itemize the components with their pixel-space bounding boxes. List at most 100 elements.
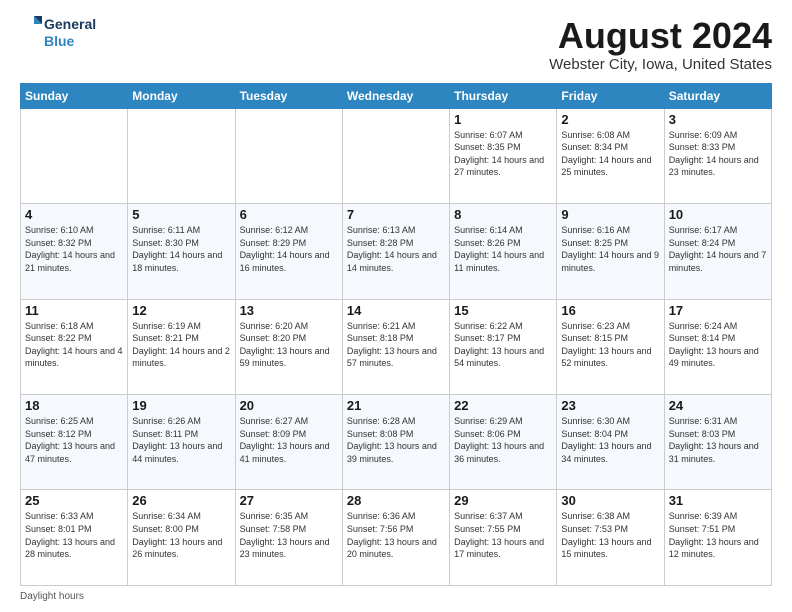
day-number: 8 [454,207,552,222]
day-info: Sunrise: 6:10 AM Sunset: 8:32 PM Dayligh… [25,224,123,274]
table-row: 2 Sunrise: 6:08 AM Sunset: 8:34 PM Daylig… [557,108,664,203]
day-info: Sunrise: 6:11 AM Sunset: 8:30 PM Dayligh… [132,224,230,274]
day-number: 2 [561,112,659,127]
table-row [342,108,449,203]
day-info: Sunrise: 6:25 AM Sunset: 8:12 PM Dayligh… [25,415,123,465]
table-row: 9 Sunrise: 6:16 AM Sunset: 8:25 PM Daylig… [557,204,664,299]
day-number: 19 [132,398,230,413]
table-row: 29Sunrise: 6:37 AM Sunset: 7:55 PM Dayli… [450,490,557,586]
day-info: Sunrise: 6:14 AM Sunset: 8:26 PM Dayligh… [454,224,552,274]
table-row: 18 Sunrise: 6:25 AM Sunset: 8:12 PM Dayli… [21,395,128,490]
table-row [128,108,235,203]
col-friday: Friday [557,83,664,108]
page: General Blue August 2024 Webster City, I… [0,0,792,612]
table-row: 8 Sunrise: 6:14 AM Sunset: 8:26 PM Daylig… [450,204,557,299]
day-number: 3 [669,112,767,127]
table-row: 6Sunrise: 6:12 AM Sunset: 8:29 PM Daylig… [235,204,342,299]
day-info: Sunrise: 6:38 AM Sunset: 7:53 PM Dayligh… [561,510,659,560]
col-wednesday: Wednesday [342,83,449,108]
day-info: Sunrise: 6:36 AM Sunset: 7:56 PM Dayligh… [347,510,445,560]
logo-line1: General [44,16,96,33]
day-info: Sunrise: 6:17 AM Sunset: 8:24 PM Dayligh… [669,224,767,274]
day-info: Sunrise: 6:13 AM Sunset: 8:28 PM Dayligh… [347,224,445,274]
table-row: 31 Sunrise: 6:39 AM Sunset: 7:51 PM Dayli… [664,490,771,586]
table-row: 17Sunrise: 6:24 AM Sunset: 8:14 PM Dayli… [664,299,771,394]
day-info: Sunrise: 6:07 AM Sunset: 8:35 PM Dayligh… [454,129,552,179]
table-row: 7 Sunrise: 6:13 AM Sunset: 8:28 PM Daylig… [342,204,449,299]
day-number: 29 [454,493,552,508]
col-saturday: Saturday [664,83,771,108]
day-number: 4 [25,207,123,222]
table-row: 27Sunrise: 6:35 AM Sunset: 7:58 PM Dayli… [235,490,342,586]
day-number: 13 [240,303,338,318]
day-number: 15 [454,303,552,318]
table-row: 21Sunrise: 6:28 AM Sunset: 8:08 PM Dayli… [342,395,449,490]
day-info: Sunrise: 6:09 AM Sunset: 8:33 PM Dayligh… [669,129,767,179]
col-thursday: Thursday [450,83,557,108]
calendar-week-row: 25 Sunrise: 6:33 AM Sunset: 8:01 PM Dayli… [21,490,772,586]
footer-text: Daylight hours [20,591,84,602]
day-number: 1 [454,112,552,127]
day-number: 23 [561,398,659,413]
day-number: 5 [132,207,230,222]
day-info: Sunrise: 6:30 AM Sunset: 8:04 PM Dayligh… [561,415,659,465]
day-info: Sunrise: 6:18 AM Sunset: 8:22 PM Dayligh… [25,320,123,370]
col-sunday: Sunday [21,83,128,108]
day-number: 16 [561,303,659,318]
table-row: 22Sunrise: 6:29 AM Sunset: 8:06 PM Dayli… [450,395,557,490]
footer: Daylight hours [20,591,772,602]
day-number: 10 [669,207,767,222]
table-row: 28 Sunrise: 6:36 AM Sunset: 7:56 PM Dayli… [342,490,449,586]
calendar-week-row: 18 Sunrise: 6:25 AM Sunset: 8:12 PM Dayli… [21,395,772,490]
table-row: 14 Sunrise: 6:21 AM Sunset: 8:18 PM Dayli… [342,299,449,394]
day-number: 20 [240,398,338,413]
table-row: 19Sunrise: 6:26 AM Sunset: 8:11 PM Dayli… [128,395,235,490]
day-info: Sunrise: 6:16 AM Sunset: 8:25 PM Dayligh… [561,224,659,274]
day-number: 24 [669,398,767,413]
day-number: 9 [561,207,659,222]
table-row: 1 Sunrise: 6:07 AM Sunset: 8:35 PM Daylig… [450,108,557,203]
day-info: Sunrise: 6:08 AM Sunset: 8:34 PM Dayligh… [561,129,659,179]
logo: General Blue [20,16,96,50]
day-number: 28 [347,493,445,508]
day-number: 14 [347,303,445,318]
day-info: Sunrise: 6:24 AM Sunset: 8:14 PM Dayligh… [669,320,767,370]
calendar-week-row: 11Sunrise: 6:18 AM Sunset: 8:22 PM Dayli… [21,299,772,394]
table-row: 25 Sunrise: 6:33 AM Sunset: 8:01 PM Dayli… [21,490,128,586]
day-number: 25 [25,493,123,508]
calendar-header-row: Sunday Monday Tuesday Wednesday Thursday… [21,83,772,108]
day-info: Sunrise: 6:39 AM Sunset: 7:51 PM Dayligh… [669,510,767,560]
day-info: Sunrise: 6:35 AM Sunset: 7:58 PM Dayligh… [240,510,338,560]
day-number: 21 [347,398,445,413]
day-number: 26 [132,493,230,508]
table-row: 20Sunrise: 6:27 AM Sunset: 8:09 PM Dayli… [235,395,342,490]
table-row: 30 Sunrise: 6:38 AM Sunset: 7:53 PM Dayli… [557,490,664,586]
col-tuesday: Tuesday [235,83,342,108]
table-row: 3 Sunrise: 6:09 AM Sunset: 8:33 PM Daylig… [664,108,771,203]
day-info: Sunrise: 6:22 AM Sunset: 8:17 PM Dayligh… [454,320,552,370]
day-number: 7 [347,207,445,222]
day-number: 31 [669,493,767,508]
day-info: Sunrise: 6:29 AM Sunset: 8:06 PM Dayligh… [454,415,552,465]
day-info: Sunrise: 6:23 AM Sunset: 8:15 PM Dayligh… [561,320,659,370]
table-row: 10 Sunrise: 6:17 AM Sunset: 8:24 PM Dayli… [664,204,771,299]
day-info: Sunrise: 6:21 AM Sunset: 8:18 PM Dayligh… [347,320,445,370]
table-row: 11Sunrise: 6:18 AM Sunset: 8:22 PM Dayli… [21,299,128,394]
day-number: 18 [25,398,123,413]
calendar-table: Sunday Monday Tuesday Wednesday Thursday… [20,83,772,586]
day-info: Sunrise: 6:33 AM Sunset: 8:01 PM Dayligh… [25,510,123,560]
table-row: 5 Sunrise: 6:11 AM Sunset: 8:30 PM Daylig… [128,204,235,299]
table-row: 4 Sunrise: 6:10 AM Sunset: 8:32 PM Daylig… [21,204,128,299]
logo-line2: Blue [44,33,96,50]
day-number: 6 [240,207,338,222]
table-row [235,108,342,203]
table-row: 23 Sunrise: 6:30 AM Sunset: 8:04 PM Dayli… [557,395,664,490]
table-row: 15 Sunrise: 6:22 AM Sunset: 8:17 PM Dayli… [450,299,557,394]
day-number: 12 [132,303,230,318]
table-row: 24Sunrise: 6:31 AM Sunset: 8:03 PM Dayli… [664,395,771,490]
calendar-week-row: 1 Sunrise: 6:07 AM Sunset: 8:35 PM Daylig… [21,108,772,203]
header: General Blue August 2024 Webster City, I… [20,16,772,73]
day-info: Sunrise: 6:19 AM Sunset: 8:21 PM Dayligh… [132,320,230,370]
day-number: 30 [561,493,659,508]
table-row: 26Sunrise: 6:34 AM Sunset: 8:00 PM Dayli… [128,490,235,586]
